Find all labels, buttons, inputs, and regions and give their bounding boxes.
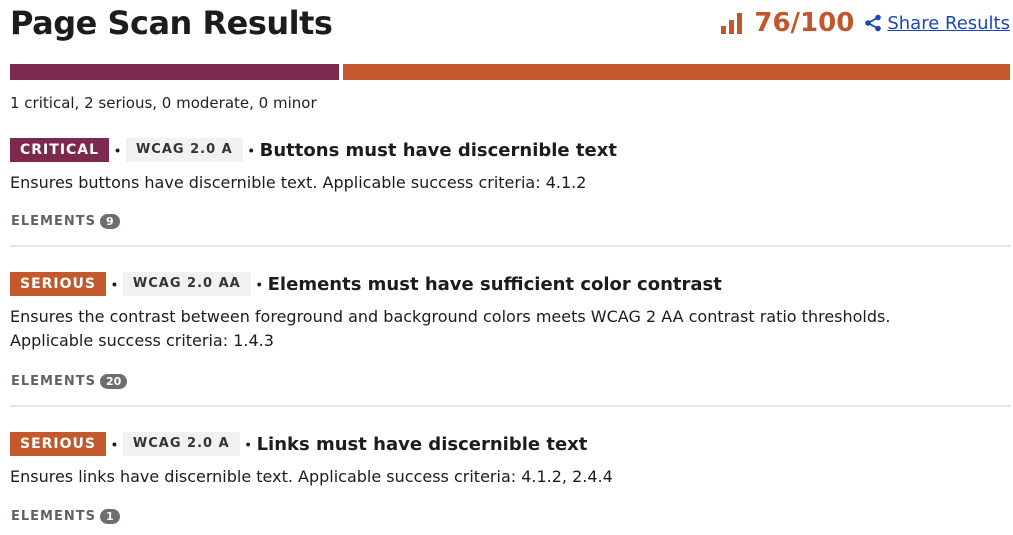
rule-description: Ensures links have discernible text. App… xyxy=(10,467,613,486)
divider xyxy=(10,405,1011,407)
rule-title: Elements must have sufficient color cont… xyxy=(267,273,722,295)
share-icon[interactable] xyxy=(864,14,882,32)
elements-toggle[interactable]: ELEMENTS 1 xyxy=(11,509,120,524)
score-value: 76/100 xyxy=(754,8,855,38)
share-results-link[interactable]: Share Results xyxy=(887,13,1010,34)
elements-label: ELEMENTS xyxy=(11,374,96,389)
separator-dot: • xyxy=(256,276,262,292)
impact-badge: SERIOUS xyxy=(10,432,106,456)
issue-header: SERIOUS • WCAG 2.0 AA • Elements must ha… xyxy=(10,271,1011,297)
elements-count-badge: 9 xyxy=(99,214,120,229)
page-title: Page Scan Results xyxy=(10,4,333,42)
separator-dot: • xyxy=(112,276,117,292)
elements-toggle[interactable]: ELEMENTS 20 xyxy=(11,374,128,389)
elements-label: ELEMENTS xyxy=(11,509,96,524)
severity-bar-critical xyxy=(10,64,339,80)
issue-item: SERIOUS • WCAG 2.0 A • Links must have d… xyxy=(10,431,1011,489)
issue-item: SERIOUS • WCAG 2.0 AA • Elements must ha… xyxy=(10,271,1011,353)
wcag-tag: WCAG 2.0 A xyxy=(125,138,243,162)
divider xyxy=(10,245,1011,247)
rule-description: Ensures the contrast between foreground … xyxy=(10,307,891,350)
impact-badge: SERIOUS xyxy=(10,272,106,296)
severity-bar-serious xyxy=(343,64,1010,80)
wcag-tag: WCAG 2.0 AA xyxy=(122,272,251,296)
separator-dot: • xyxy=(245,436,251,452)
issue-item: CRITICAL • WCAG 2.0 A • Buttons must hav… xyxy=(10,137,1011,195)
issue-header: CRITICAL • WCAG 2.0 A • Buttons must hav… xyxy=(10,137,1011,163)
elements-toggle[interactable]: ELEMENTS 9 xyxy=(11,214,120,229)
separator-dot: • xyxy=(248,142,254,158)
separator-dot: • xyxy=(115,142,120,158)
rule-title: Links must have discernible text xyxy=(256,433,588,455)
bar-chart-icon xyxy=(721,13,743,34)
elements-count-badge: 20 xyxy=(99,374,128,389)
elements-label: ELEMENTS xyxy=(11,214,96,229)
issue-header: SERIOUS • WCAG 2.0 A • Links must have d… xyxy=(10,431,1011,457)
header: Page Scan Results 76/100 Share Results xyxy=(10,0,1010,48)
score-area: 76/100 Share Results xyxy=(720,8,1010,38)
impact-badge: CRITICAL xyxy=(10,138,110,162)
rule-title: Buttons must have discernible text xyxy=(259,139,617,161)
wcag-tag: WCAG 2.0 A xyxy=(122,432,240,456)
issue-summary: 1 critical, 2 serious, 0 moderate, 0 min… xyxy=(10,94,317,112)
rule-description: Ensures buttons have discernible text. A… xyxy=(10,173,587,192)
elements-count-badge: 1 xyxy=(99,509,120,524)
separator-dot: • xyxy=(112,436,117,452)
